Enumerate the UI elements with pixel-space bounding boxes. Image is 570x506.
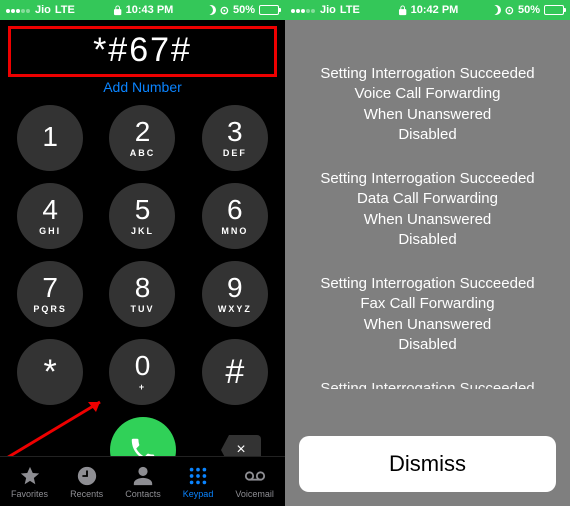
voicemail-icon [244,465,266,487]
alert-block-cut: Setting Interrogation Succeeded [299,379,556,389]
keypad: 1 2ABC 3DEF 4GHI 5JKL 6MNO 7PQRS 8TUV 9W… [0,97,285,409]
key-star[interactable]: * [17,339,83,405]
network: LTE [340,4,360,16]
status-bar: Jio LTE 10:43 PM ⊙ 50% [0,0,285,20]
signal-icon [6,4,31,16]
key-3[interactable]: 3DEF [202,105,268,171]
network: LTE [55,4,75,16]
dismiss-button[interactable]: Dismiss [299,436,556,492]
add-number-button[interactable]: Add Number [8,79,277,95]
carrier: Jio [35,4,51,16]
key-9[interactable]: 9WXYZ [202,261,268,327]
key-0[interactable]: 0+ [109,339,175,405]
battery-pct: 50% [233,4,255,16]
alert-block: Setting Interrogation SucceededData Call… [299,169,556,250]
key-5[interactable]: 5JKL [109,183,175,249]
dialer-pane: Jio LTE 10:43 PM ⊙ 50% *#67# Add Number … [0,0,285,506]
dnd-icon [206,5,216,15]
status-bar: Jio LTE 10:42 PM ⊙ 50% [285,0,570,20]
lock-icon [397,5,408,16]
tab-keypad[interactable]: Keypad [183,465,214,499]
person-icon [132,465,154,487]
key-2[interactable]: 2ABC [109,105,175,171]
dnd-icon [491,5,501,15]
tab-voicemail[interactable]: Voicemail [235,465,274,499]
key-4[interactable]: 4GHI [17,183,83,249]
star-icon [19,465,41,487]
battery-icon [259,5,279,15]
alarm-icon: ⊙ [505,4,514,17]
alert-message: Setting Interrogation SucceededVoice Cal… [285,20,570,389]
key-hash[interactable]: # [202,339,268,405]
key-7[interactable]: 7PQRS [17,261,83,327]
alarm-icon: ⊙ [220,4,229,17]
signal-icon [291,4,316,16]
tab-favorites[interactable]: Favorites [11,465,48,499]
lock-icon [112,5,123,16]
key-1[interactable]: 1 [17,105,83,171]
clock-icon [76,465,98,487]
carrier: Jio [320,4,336,16]
clock: 10:43 PM [126,4,174,16]
alert-pane: Jio LTE 10:42 PM ⊙ 50% Setting Interroga… [285,0,570,506]
alert-block: Setting Interrogation SucceededVoice Cal… [299,64,556,145]
clock: 10:42 PM [411,4,459,16]
key-8[interactable]: 8TUV [109,261,175,327]
tab-contacts[interactable]: Contacts [125,465,161,499]
dial-entry: *#67# [17,31,268,70]
battery-pct: 50% [518,4,540,16]
battery-icon [544,5,564,15]
dial-entry-highlight: *#67# [8,26,277,77]
key-6[interactable]: 6MNO [202,183,268,249]
keypad-icon [187,465,209,487]
tab-bar: Favorites Recents Contacts Keypad Voicem… [0,456,285,506]
tab-recents[interactable]: Recents [70,465,103,499]
alert-block: Setting Interrogation SucceededFax Call … [299,274,556,355]
